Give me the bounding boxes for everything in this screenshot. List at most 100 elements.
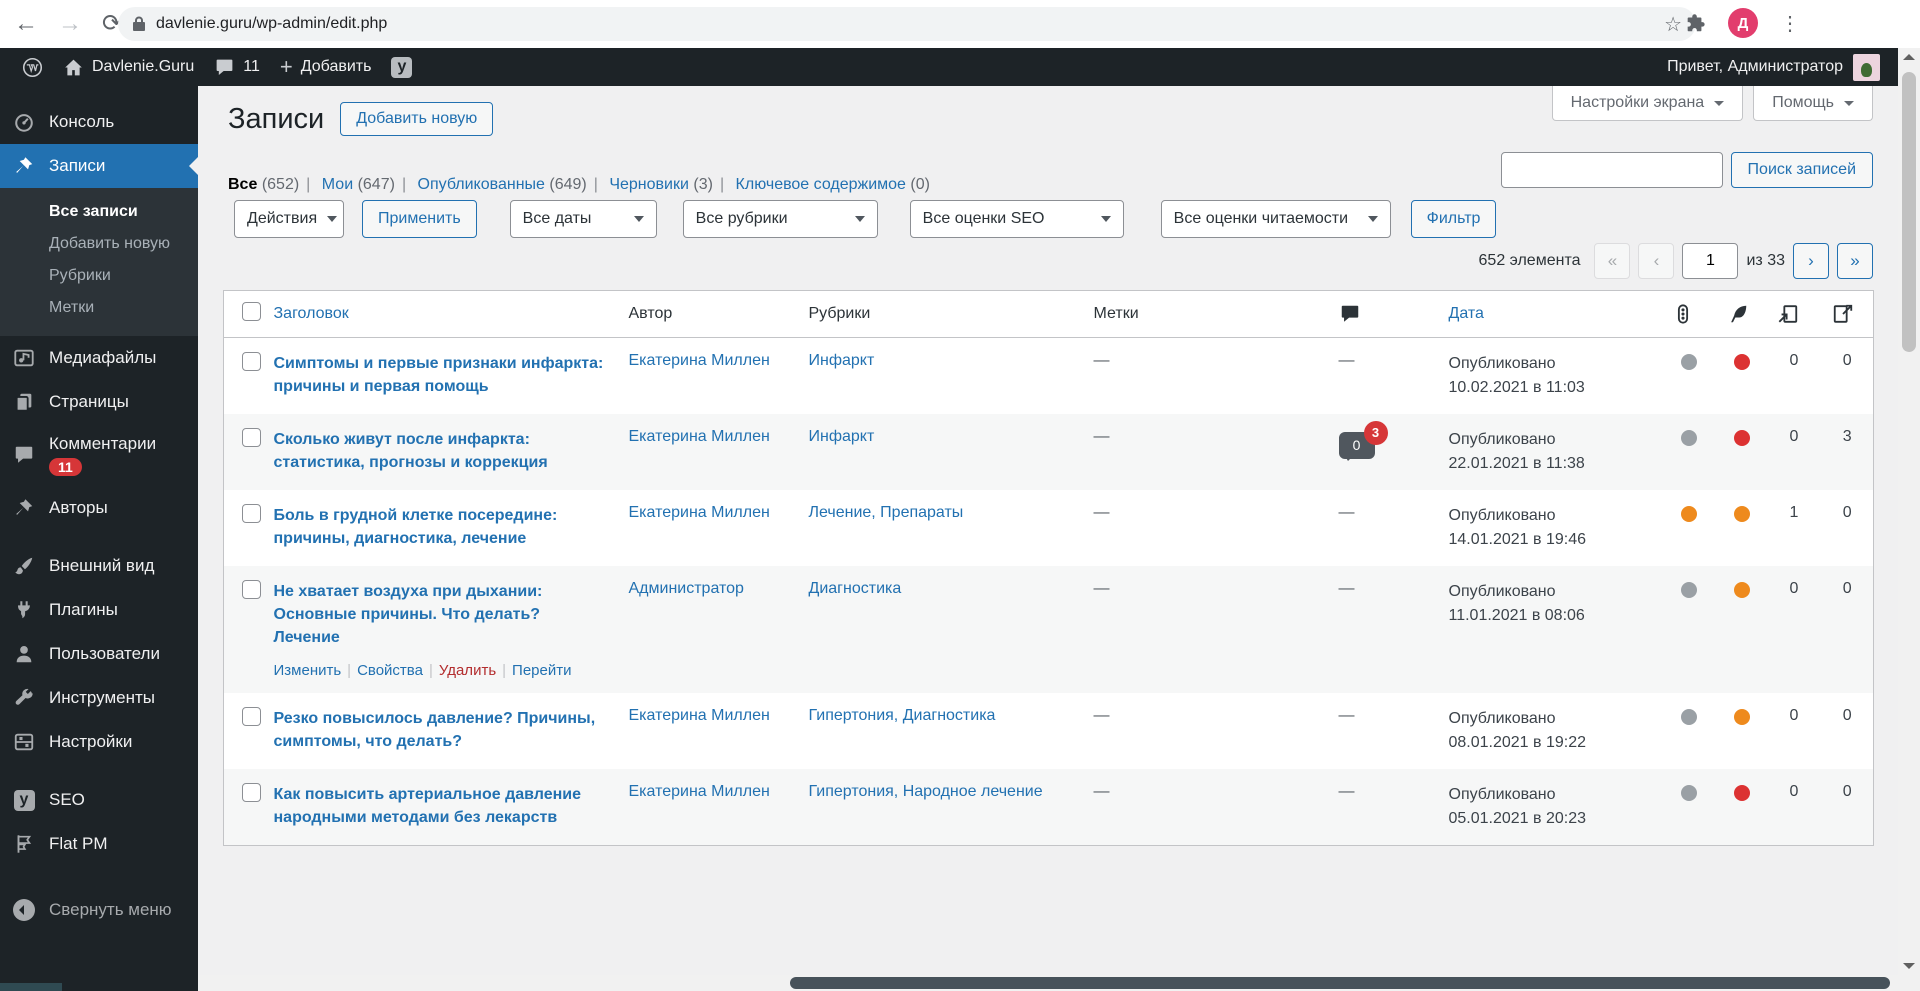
search-posts-button[interactable]: Поиск записей — [1730, 152, 1873, 188]
submenu-tags[interactable]: Метки — [0, 292, 198, 324]
sidebar-item-authors[interactable]: Авторы — [0, 486, 198, 530]
row-checkbox[interactable] — [242, 580, 261, 599]
author-link[interactable]: Администратор — [629, 580, 744, 597]
admin-bar-new[interactable]: + Добавить — [270, 48, 382, 86]
comment-count-bubble[interactable]: 0 3 — [1338, 421, 1388, 461]
readability-feather-icon — [1730, 305, 1746, 323]
post-title-link[interactable]: Не хватает воздуха при дыхании: Основные… — [274, 580, 609, 650]
view-mine[interactable]: Мои — [322, 176, 353, 193]
vertical-scrollbar[interactable] — [1898, 48, 1920, 991]
last-page-button[interactable]: » — [1837, 243, 1873, 279]
sidebar-item-settings[interactable]: Настройки — [0, 720, 198, 764]
browser-menu-icon[interactable]: ⋮ — [1780, 11, 1800, 36]
column-outgoing-links — [1821, 290, 1874, 338]
column-comments[interactable] — [1328, 290, 1439, 338]
admin-bar-comments[interactable]: 11 — [204, 48, 270, 86]
admin-greeting[interactable]: Привет, Администратор — [1667, 58, 1843, 76]
post-title-link[interactable]: Резко повысилось давление? Причины, симп… — [274, 707, 609, 753]
row-checkbox[interactable] — [242, 782, 261, 802]
pending-comments-badge[interactable]: 3 — [1363, 421, 1388, 445]
seo-filter-select[interactable]: Все оценки SEO — [909, 200, 1124, 238]
column-title[interactable]: Заголовок — [263, 290, 619, 338]
view-link[interactable]: Перейти — [512, 662, 571, 679]
sidebar-label: Свернуть меню — [49, 900, 172, 919]
url-text[interactable]: davlenie.guru/wp-admin/edit.php — [156, 15, 387, 33]
categories-link[interactable]: Инфаркт — [809, 428, 875, 445]
categories-link[interactable]: Инфаркт — [809, 352, 875, 369]
sidebar-item-users[interactable]: Пользователи — [0, 632, 198, 676]
submenu-all-posts[interactable]: Все записи — [0, 196, 198, 228]
author-link[interactable]: Екатерина Миллен — [629, 504, 770, 521]
view-drafts[interactable]: Черновики — [609, 176, 689, 193]
sidebar-item-dashboard[interactable]: Консоль — [0, 100, 198, 144]
row-checkbox[interactable] — [242, 428, 261, 447]
sidebar-label: SEO — [49, 790, 85, 809]
post-status: Опубликовано — [1448, 431, 1556, 448]
scroll-up-arrow-icon[interactable] — [1903, 54, 1915, 60]
bulk-actions-select[interactable]: Действия — [234, 200, 344, 238]
help-tab[interactable]: Помощь — [1753, 86, 1873, 121]
screen-options-tab[interactable]: Настройки экрана — [1551, 86, 1744, 121]
select-all-checkbox[interactable] — [242, 302, 261, 321]
readability-filter-select[interactable]: Все оценки читаемости — [1160, 200, 1391, 238]
sidebar-item-posts[interactable]: Записи — [0, 144, 198, 188]
row-checkbox[interactable] — [242, 706, 261, 726]
categories-link[interactable]: Лечение, Препараты — [809, 504, 964, 521]
sidebar-item-seo[interactable]: y SEO — [0, 778, 198, 822]
post-title-link[interactable]: Сколько живут после инфаркта: статистика… — [274, 428, 609, 474]
horizontal-scrollbar-thumb[interactable] — [790, 977, 1890, 989]
scroll-down-arrow-icon[interactable] — [1903, 963, 1915, 969]
view-all[interactable]: Все — [228, 176, 257, 193]
column-date[interactable]: Дата — [1438, 290, 1662, 338]
current-page-input[interactable] — [1682, 243, 1739, 279]
submenu-categories[interactable]: Рубрики — [0, 260, 198, 292]
sidebar-item-media[interactable]: Медиафайлы — [0, 336, 198, 380]
seo-score-dot — [1681, 354, 1697, 370]
horizontal-scrollbar[interactable] — [198, 975, 1898, 991]
apply-button[interactable]: Применить — [362, 200, 477, 238]
address-bar[interactable]: davlenie.guru/wp-admin/edit.php ☆ — [118, 7, 1696, 41]
categories-link[interactable]: Гипертония, Диагностика — [809, 707, 996, 724]
author-link[interactable]: Екатерина Миллен — [629, 352, 770, 369]
view-published[interactable]: Опубликованные — [418, 176, 545, 193]
sidebar-item-tools[interactable]: Инструменты — [0, 676, 198, 720]
sidebar-item-comments[interactable]: Комментарии 11 — [0, 424, 198, 486]
categories-link[interactable]: Гипертония, Народное лечение — [809, 783, 1043, 800]
next-page-button[interactable]: › — [1793, 243, 1829, 279]
sidebar-item-plugins[interactable]: Плагины — [0, 588, 198, 632]
view-cornerstone[interactable]: Ключевое содержимое — [736, 176, 906, 193]
post-title-link[interactable]: Как повысить артериальное давление народ… — [274, 783, 609, 829]
sidebar-item-flatpm[interactable]: Flat PM — [0, 822, 198, 866]
browser-profile-avatar[interactable]: Д — [1728, 8, 1758, 38]
add-new-button[interactable]: Добавить новую — [340, 102, 494, 136]
extensions-icon[interactable] — [1684, 12, 1706, 34]
collapse-menu-button[interactable]: Свернуть меню — [0, 888, 198, 932]
wp-logo[interactable] — [12, 48, 53, 86]
sidebar-item-pages[interactable]: Страницы — [0, 380, 198, 424]
author-link[interactable]: Екатерина Миллен — [629, 783, 770, 800]
post-title-link[interactable]: Боль в грудной клетке посередине: причин… — [274, 504, 609, 550]
admin-bar-yoast[interactable]: y — [381, 48, 422, 86]
categories-link[interactable]: Диагностика — [809, 580, 902, 597]
row-checkbox[interactable] — [242, 352, 261, 371]
categories-filter-select[interactable]: Все рубрики — [682, 200, 878, 238]
vertical-scrollbar-thumb[interactable] — [1902, 72, 1916, 352]
row-checkbox[interactable] — [242, 504, 261, 523]
bookmark-star-icon[interactable]: ☆ — [1664, 12, 1682, 37]
filter-button[interactable]: Фильтр — [1410, 200, 1497, 238]
comments-value: — — [1338, 352, 1355, 369]
sidebar-item-appearance[interactable]: Внешний вид — [0, 544, 198, 588]
trash-link[interactable]: Удалить — [439, 662, 496, 679]
post-title-link[interactable]: Симптомы и первые признаки инфаркта: при… — [274, 352, 609, 398]
author-link[interactable]: Екатерина Миллен — [629, 707, 770, 724]
author-link[interactable]: Екатерина Миллен — [629, 428, 770, 445]
post-status: Опубликовано — [1448, 709, 1556, 727]
user-avatar[interactable] — [1853, 53, 1880, 81]
search-input[interactable] — [1500, 152, 1723, 188]
dates-filter-select[interactable]: Все даты — [509, 200, 657, 238]
edit-link[interactable]: Изменить — [274, 662, 342, 679]
submenu-add-new[interactable]: Добавить новую — [0, 228, 198, 260]
admin-bar-site-link[interactable]: Davlenie.Guru — [53, 48, 204, 86]
browser-back-icon[interactable]: ← — [14, 6, 38, 42]
quick-edit-link[interactable]: Свойства — [357, 662, 423, 679]
